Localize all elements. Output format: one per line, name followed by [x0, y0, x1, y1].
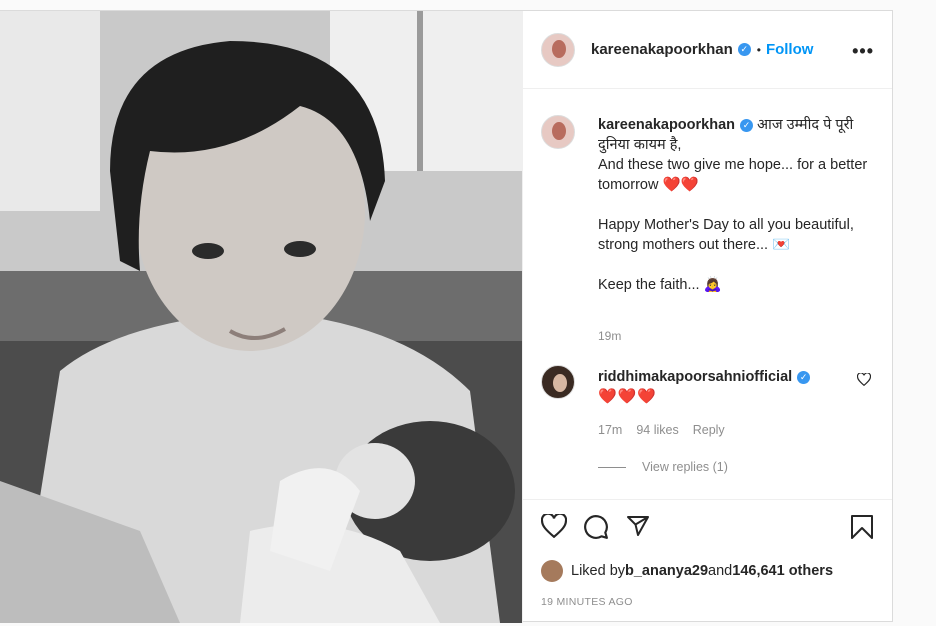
liked-by-line: Liked by b_ananya29 and 146,641 others	[541, 560, 833, 582]
post-sidebar: kareenakapoorkhan ✓ • Follow ••• kareena…	[522, 11, 892, 623]
commenter-username[interactable]: riddhimakapoorsahniofficial	[598, 369, 792, 385]
follow-button[interactable]: Follow	[766, 41, 814, 58]
comment-like-heart-icon[interactable]	[856, 372, 872, 391]
comment-time[interactable]: 17m	[598, 423, 622, 437]
verified-icon: ✓	[740, 119, 754, 132]
caption-line-4: Keep the faith... 🙇‍♀️	[598, 277, 722, 293]
caption-time[interactable]: 19m	[598, 329, 621, 343]
view-replies-button[interactable]: View replies (1)	[598, 460, 728, 474]
more-options-icon[interactable]: •••	[852, 41, 874, 62]
post-actions: Liked by b_ananya29 and 146,641 others 1…	[523, 499, 892, 623]
comment-body: ❤️❤️❤️	[598, 388, 658, 405]
verified-icon: ✓	[737, 43, 751, 56]
comments-section[interactable]: kareenakapoorkhan ✓ आज उम्मीद पे पूरी दुन…	[523, 90, 892, 498]
comment-text: riddhimakapoorsahniofficial ✓ ❤️❤️❤️	[598, 367, 848, 407]
reply-button[interactable]: Reply	[693, 423, 725, 437]
replies-divider	[598, 466, 626, 468]
verified-icon: ✓	[797, 371, 811, 384]
like-icon[interactable]	[540, 512, 568, 545]
caption-text: kareenakapoorkhan ✓ आज उम्मीद पे पूरी दुन…	[598, 115, 883, 295]
post-header: kareenakapoorkhan ✓ • Follow •••	[523, 11, 892, 89]
author-username[interactable]: kareenakapoorkhan	[591, 41, 733, 58]
commenter-avatar[interactable]	[541, 365, 575, 399]
comment-icon[interactable]	[583, 514, 609, 545]
post-timestamp[interactable]: 19 MINUTES AGO	[541, 596, 633, 608]
liked-by-count[interactable]: 146,641 others	[732, 563, 833, 579]
save-bookmark-icon[interactable]	[850, 514, 874, 545]
comment-likes[interactable]: 94 likes	[636, 423, 678, 437]
liked-by-user[interactable]: b_ananya29	[625, 563, 708, 579]
caption-avatar[interactable]	[541, 115, 575, 149]
post-photo[interactable]	[0, 11, 522, 623]
liked-by-prefix: Liked by	[571, 563, 626, 579]
author-avatar[interactable]	[541, 32, 575, 67]
caption-line-3: Happy Mother's Day to all you beautiful,…	[598, 217, 854, 253]
action-icons	[540, 512, 651, 545]
liked-by-and: and	[708, 563, 733, 579]
comment-meta: 17m 94 likes Reply	[598, 423, 725, 437]
photo-illustration	[0, 11, 522, 623]
share-icon[interactable]	[625, 514, 651, 545]
separator-dot: •	[756, 42, 761, 57]
instagram-post: kareenakapoorkhan ✓ • Follow ••• kareena…	[0, 10, 893, 623]
view-replies-label: View replies (1)	[642, 460, 728, 474]
caption-line-2: And these two give me hope... for a bett…	[598, 157, 868, 193]
liker-avatar[interactable]	[541, 560, 563, 582]
caption-username[interactable]: kareenakapoorkhan	[598, 117, 735, 133]
